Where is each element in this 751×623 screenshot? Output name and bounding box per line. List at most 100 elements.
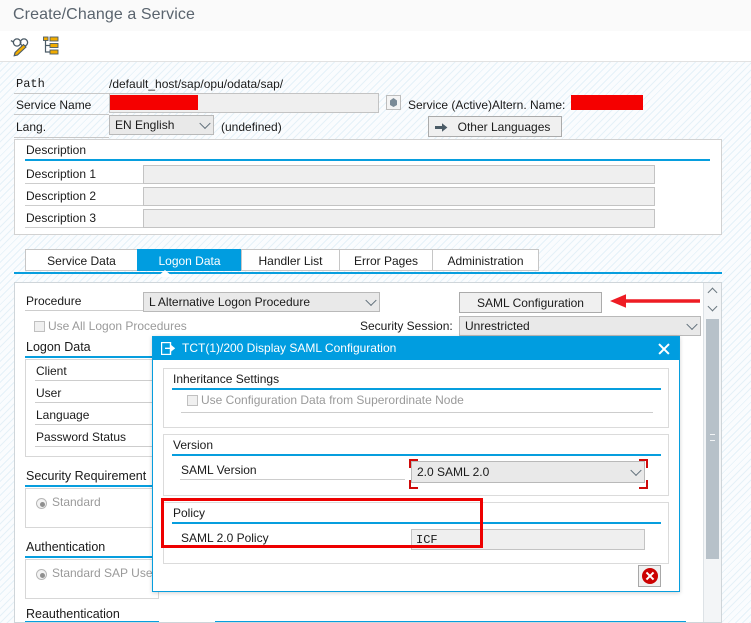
description-group-rule <box>25 159 710 161</box>
language-undefined-text: (undefined) <box>221 120 282 134</box>
version-group: Version SAML Version 2.0 SAML 2.0 <box>163 434 669 496</box>
tab-logon-data[interactable]: Logon Data <box>137 249 242 271</box>
procedure-select-value: L Alternative Logon Procedure <box>149 295 310 309</box>
other-languages-label: Other Languages <box>457 120 551 134</box>
language-label-underline <box>14 137 109 138</box>
description-3-input[interactable] <box>143 209 655 228</box>
client-label: Client <box>36 364 67 378</box>
toolbar <box>0 31 751 62</box>
client-underline <box>35 380 153 381</box>
hierarchy-icon[interactable] <box>42 35 66 57</box>
saml-version-select[interactable]: 2.0 SAML 2.0 <box>411 461 645 483</box>
display-change-icon[interactable] <box>10 35 34 57</box>
password-status-label: Password Status <box>36 430 127 444</box>
reauthentication-group-title: Reauthentication <box>26 607 120 621</box>
version-group-title: Version <box>173 438 214 452</box>
language-field-underline <box>35 424 153 425</box>
description-1-input[interactable] <box>143 165 655 184</box>
scroll-up-button[interactable] <box>704 283 721 299</box>
security-session-select[interactable]: Unrestricted <box>459 316 701 336</box>
security-session-label: Security Session: <box>360 319 453 333</box>
content-scrollbar[interactable] <box>703 283 721 622</box>
version-group-rule <box>172 454 661 456</box>
path-label: Path <box>16 77 45 91</box>
use-all-logon-procedures-checkbox[interactable] <box>34 321 45 332</box>
security-session-value: Unrestricted <box>465 319 530 333</box>
description-group-title: Description <box>26 143 87 157</box>
description-2-label: Description 2 <box>26 189 97 203</box>
service-header-form: Path /default_host/sap/opu/odata/sap/ Se… <box>0 61 751 139</box>
saml-configuration-button[interactable]: SAML Configuration <box>459 292 602 313</box>
use-superordinate-config-underline <box>181 412 653 413</box>
saml-policy-input[interactable]: ICF <box>411 529 645 550</box>
tab-strip-rule <box>14 272 722 274</box>
chevron-down-icon <box>365 294 377 307</box>
logon-data-group-rule <box>25 356 159 358</box>
user-label: User <box>36 386 62 400</box>
language-select[interactable]: EN English <box>109 115 214 135</box>
tab-handler-list[interactable]: Handler List <box>241 249 340 271</box>
inheritance-settings-rule <box>172 388 661 390</box>
path-value: /default_host/sap/opu/odata/sap/ <box>109 77 284 91</box>
dialog-title-bar: TCT(1)/200 Display SAML Configuration <box>153 337 679 360</box>
alternative-name-redaction <box>571 95 643 110</box>
description-2-underline <box>25 205 145 206</box>
other-languages-button[interactable]: Other Languages <box>428 116 562 137</box>
security-requirement-group-rule <box>25 485 159 487</box>
tab-administration[interactable]: Administration <box>432 249 539 271</box>
description-1-underline <box>25 183 145 184</box>
procedure-label: Procedure <box>26 294 82 308</box>
service-status-icon <box>386 95 401 110</box>
service-name-label: Service Name <box>16 98 92 112</box>
saml-policy-underline <box>180 547 405 548</box>
saml-version-label: SAML Version <box>181 463 257 477</box>
policy-group: Policy SAML 2.0 Policy ICF <box>163 502 669 564</box>
scrollbar-thumb[interactable] <box>706 319 719 559</box>
language-field-label: Language <box>36 408 90 422</box>
tab-service-data[interactable]: Service Data <box>25 249 138 271</box>
cancel-icon <box>642 568 658 584</box>
description-1-label: Description 1 <box>26 167 97 181</box>
password-status-underline <box>35 446 153 447</box>
saml-version-underline <box>180 479 405 480</box>
close-icon[interactable] <box>655 340 672 357</box>
policy-group-rule <box>172 522 661 524</box>
language-label: Lang. <box>16 120 47 134</box>
tab-active-pointer <box>157 270 173 277</box>
description-2-input[interactable] <box>143 187 655 206</box>
authentication-group-title: Authentication <box>26 540 106 554</box>
tab-strip: Service Data Logon Data Handler List Err… <box>14 249 722 273</box>
scroll-down-button[interactable] <box>704 300 721 316</box>
saml-configuration-dialog: TCT(1)/200 Display SAML Configuration In… <box>152 336 680 592</box>
security-requirement-group: Standard <box>25 488 159 528</box>
language-select-value: EN English <box>115 118 175 132</box>
saml-version-value: 2.0 SAML 2.0 <box>417 465 490 479</box>
security-requirement-standard-label: Standard <box>52 495 101 509</box>
user-underline <box>35 402 153 403</box>
procedure-select[interactable]: L Alternative Logon Procedure <box>143 292 380 312</box>
dialog-window-icon <box>161 342 175 355</box>
authentication-group-rule <box>25 556 159 558</box>
use-superordinate-config-label: Use Configuration Data from Superordinat… <box>201 393 464 407</box>
path-label-underline <box>14 93 109 94</box>
description-3-label: Description 3 <box>26 211 97 225</box>
security-requirement-group-title: Security Requirement <box>26 469 147 483</box>
description-3-underline <box>25 227 145 228</box>
logon-data-group-title: Logon Data <box>26 340 91 354</box>
description-group: Description Description 1 Description 2 … <box>14 139 722 235</box>
app-title-bar: Create/Change a Service <box>0 0 751 32</box>
service-name-label-underline <box>14 114 109 115</box>
logon-fields-group: Client User Language Password Status <box>25 359 159 457</box>
tab-error-pages[interactable]: Error Pages <box>339 249 433 271</box>
use-superordinate-config-checkbox[interactable] <box>187 395 198 406</box>
chevron-down-icon <box>199 117 211 130</box>
security-requirement-standard-radio[interactable] <box>36 498 47 509</box>
page-title: Create/Change a Service <box>13 6 195 23</box>
alternative-name-label: Altern. Name: <box>492 98 566 112</box>
saml-policy-label: SAML 2.0 Policy <box>181 531 269 545</box>
procedure-underline <box>25 310 145 311</box>
chevron-down-icon <box>630 464 642 477</box>
cancel-icon-button[interactable] <box>638 565 661 587</box>
arrow-right-icon <box>435 123 448 132</box>
authentication-standard-sap-user-radio[interactable] <box>36 569 47 580</box>
